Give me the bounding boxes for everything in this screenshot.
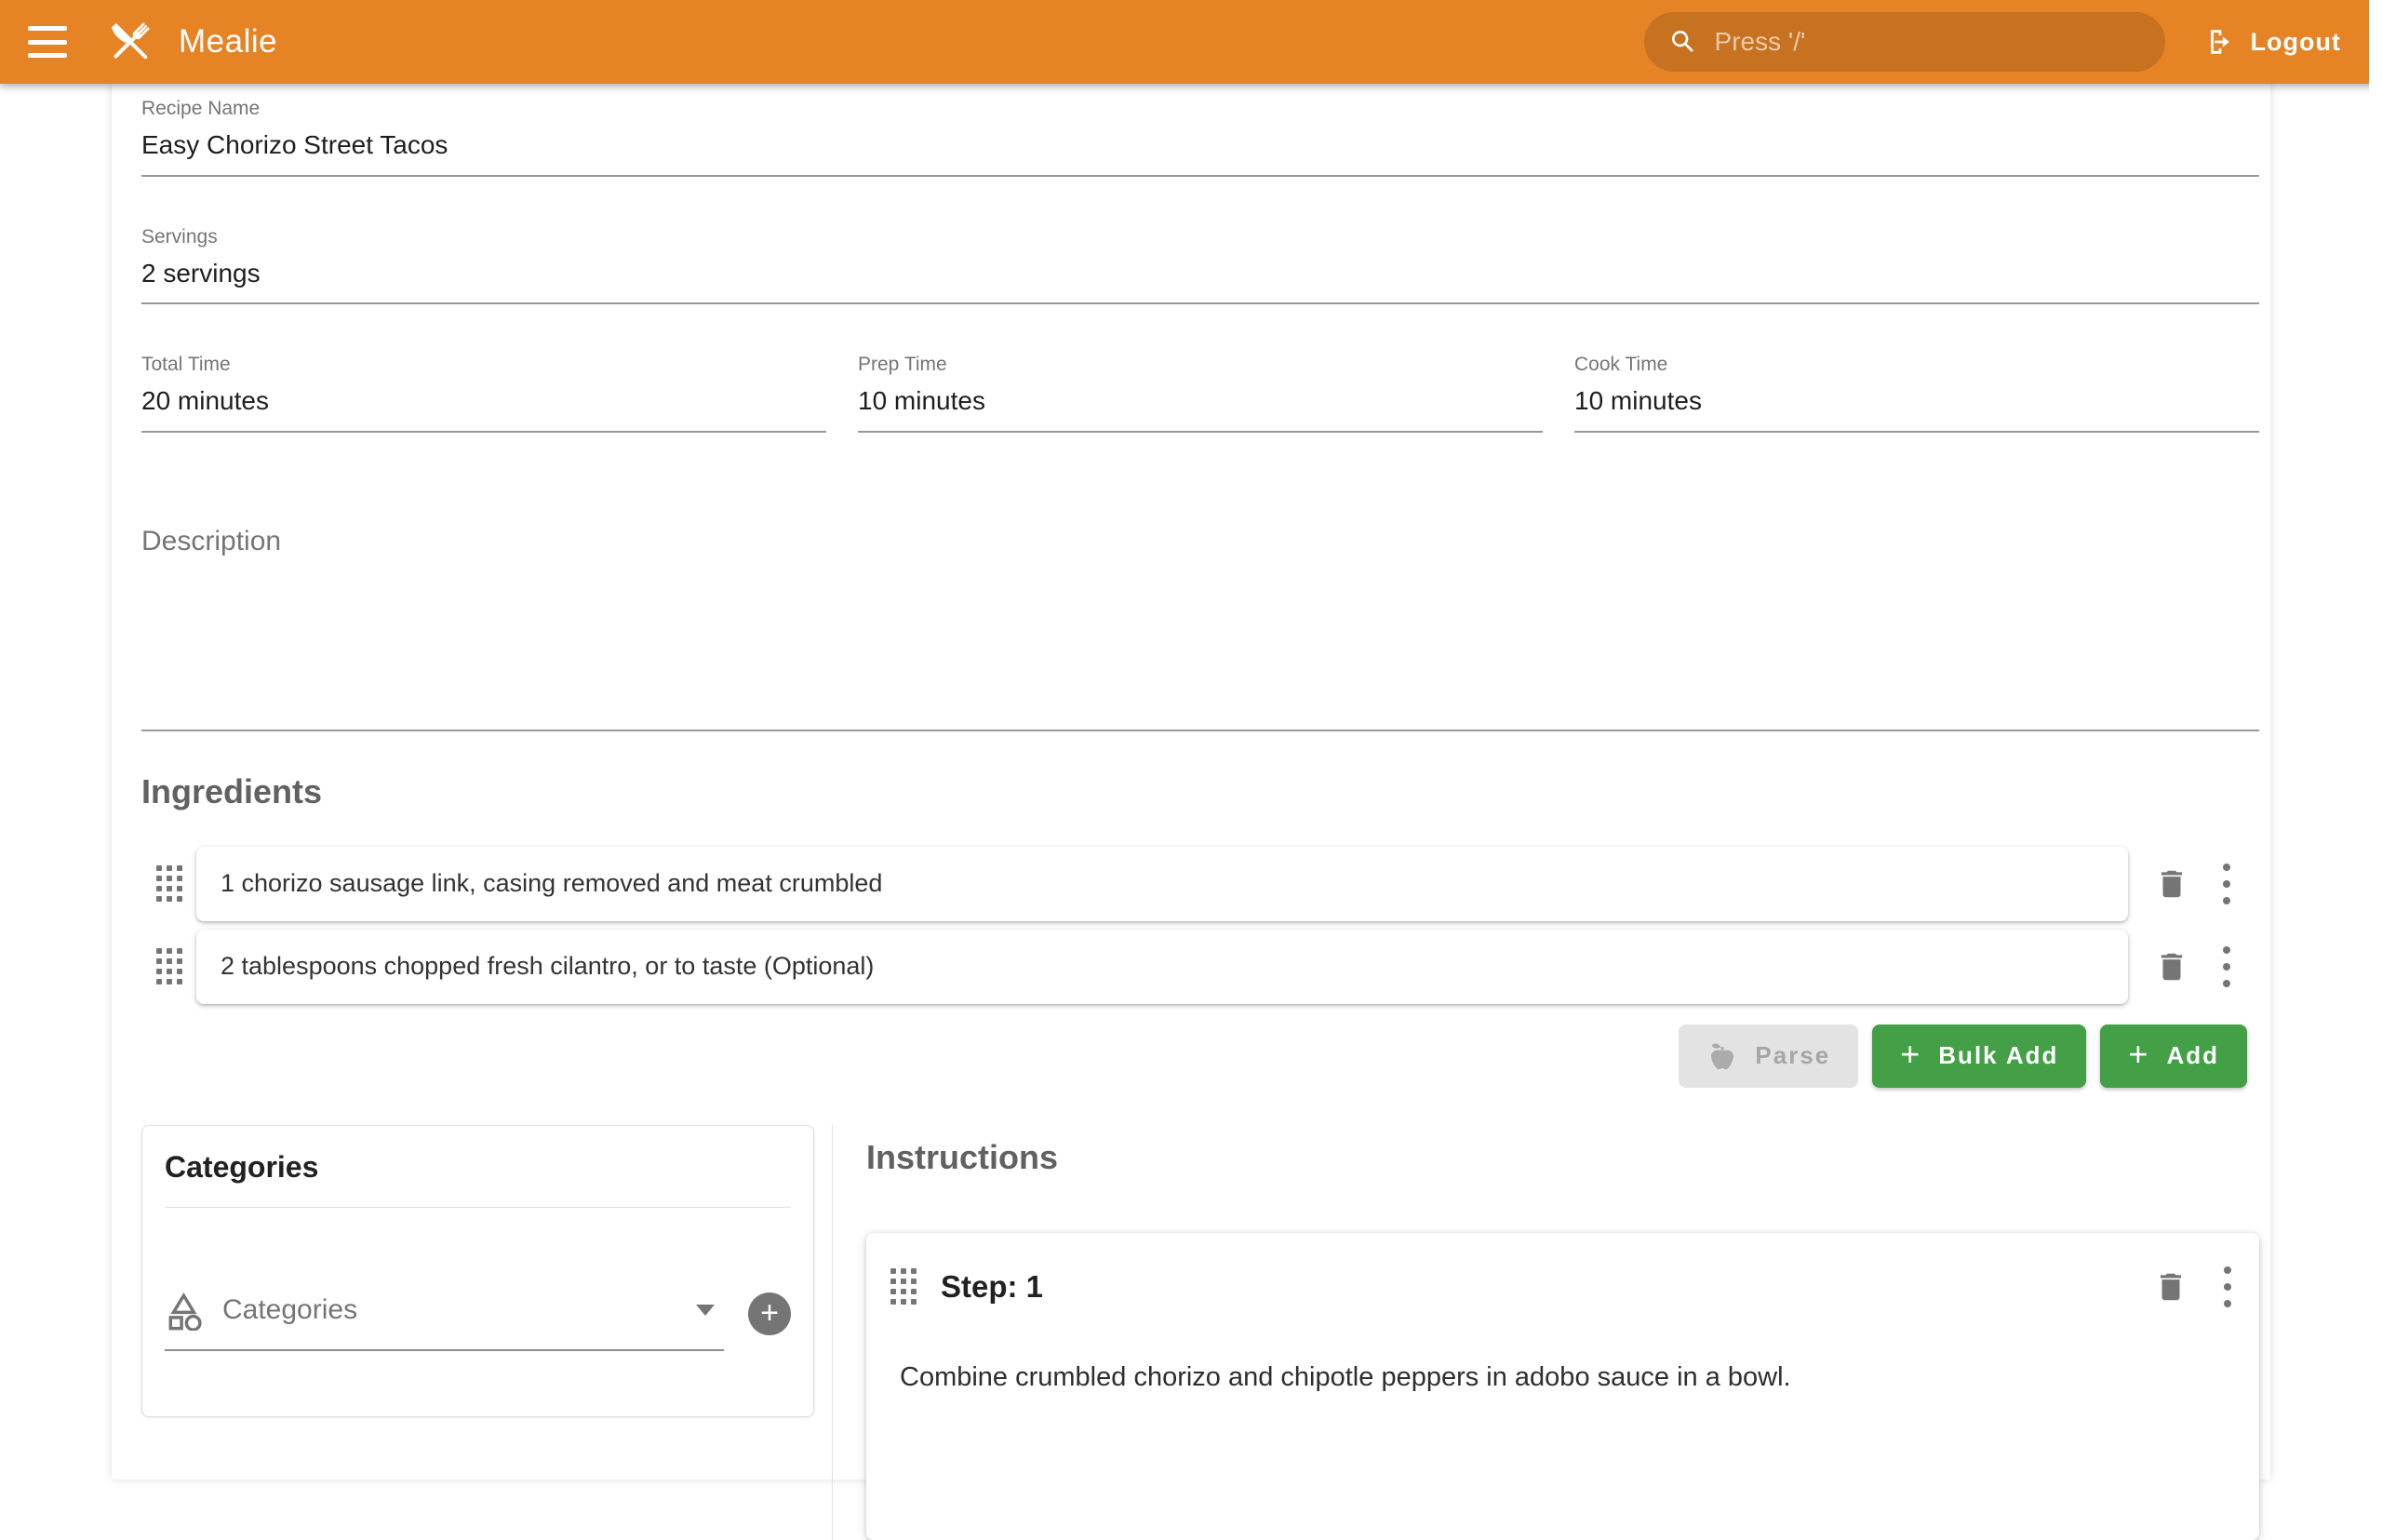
servings-value[interactable]: 2 servings <box>141 257 2259 290</box>
total-time-underline <box>141 431 826 433</box>
parse-label: Parse <box>1755 1041 1830 1070</box>
categories-select[interactable]: Categories <box>165 1290 724 1351</box>
trash-icon <box>2154 949 2189 984</box>
kebab-icon <box>2223 864 2230 904</box>
mealie-logo-icon[interactable] <box>102 14 158 70</box>
ingredient-actions: Parse + Bulk Add + Add <box>141 1024 2259 1088</box>
step-card: Step: 1 Combine crumbled chorizo and chi… <box>866 1233 2259 1540</box>
ingredient-input[interactable]: 2 tablespoons chopped fresh cilantro, or… <box>196 930 2128 1004</box>
step-title: Step: 1 <box>941 1269 1043 1305</box>
cook-time-field[interactable]: Cook Time 10 minutes <box>1574 353 2259 433</box>
kebab-icon <box>2224 1266 2231 1307</box>
logout-icon <box>2204 26 2236 58</box>
servings-underline <box>141 302 2259 304</box>
delete-ingredient-button[interactable] <box>2154 866 2189 902</box>
ingredient-menu-button[interactable] <box>2223 946 2230 987</box>
recipe-editor-sheet: Recipe Name Easy Chorizo Street Tacos Se… <box>112 84 2270 1480</box>
shapes-icon <box>165 1290 206 1331</box>
search-input[interactable]: Press '/' <box>1644 12 2165 72</box>
prep-time-value[interactable]: 10 minutes <box>858 384 1543 418</box>
plus-icon: + <box>2128 1038 2149 1071</box>
chevron-down-icon[interactable] <box>696 1305 715 1316</box>
drag-handle-icon[interactable] <box>156 948 182 984</box>
apple-icon <box>1706 1040 1738 1072</box>
add-button[interactable]: + Add <box>2100 1024 2247 1088</box>
step-header: Step: 1 <box>890 1266 2231 1307</box>
scrollbar[interactable] <box>2369 0 2382 1359</box>
logout-label: Logout <box>2251 28 2341 57</box>
recipe-name-value[interactable]: Easy Chorizo Street Tacos <box>141 128 2259 162</box>
bulk-add-label: Bulk Add <box>1938 1041 2058 1070</box>
ingredient-menu-button[interactable] <box>2223 864 2230 904</box>
drag-handle-icon[interactable] <box>890 1268 917 1305</box>
search-placeholder: Press '/' <box>1715 27 1806 57</box>
ingredient-input[interactable]: 1 chorizo sausage link, casing removed a… <box>196 847 2128 921</box>
organizer-column: Categories Categories + <box>141 1125 833 1540</box>
trash-icon <box>2154 866 2189 902</box>
total-time-value[interactable]: 20 minutes <box>141 384 826 418</box>
instructions-heading: Instructions <box>866 1138 2259 1177</box>
logout-button[interactable]: Logout <box>2204 26 2341 58</box>
delete-step-button[interactable] <box>2153 1269 2188 1305</box>
trash-icon <box>2153 1269 2188 1305</box>
ingredients-list: 1 chorizo sausage link, casing removed a… <box>141 847 2259 1004</box>
categories-select-label: Categories <box>222 1294 357 1326</box>
description-label: Description <box>141 526 2259 557</box>
description-field[interactable]: Description <box>141 526 2259 731</box>
step-menu-button[interactable] <box>2224 1266 2231 1307</box>
menu-icon[interactable] <box>28 26 67 58</box>
servings-field[interactable]: Servings 2 servings <box>141 225 2259 305</box>
categories-title: Categories <box>165 1150 791 1185</box>
parse-button[interactable]: Parse <box>1679 1024 1858 1088</box>
search-icon <box>1668 27 1698 57</box>
cook-time-value[interactable]: 10 minutes <box>1574 384 2259 418</box>
categories-divider <box>165 1207 791 1208</box>
categories-select-row: Categories + <box>165 1290 791 1351</box>
instructions-column: Instructions Step: 1 <box>833 1125 2259 1540</box>
bulk-add-button[interactable]: + Bulk Add <box>1872 1024 2086 1088</box>
ingredients-heading: Ingredients <box>141 772 2259 811</box>
servings-label: Servings <box>141 225 2259 248</box>
add-label: Add <box>2166 1041 2219 1070</box>
drag-handle-icon[interactable] <box>156 865 182 902</box>
cook-time-underline <box>1574 431 2259 433</box>
kebab-icon <box>2223 946 2230 987</box>
total-time-field[interactable]: Total Time 20 minutes <box>141 353 826 433</box>
recipe-name-underline <box>141 175 2259 177</box>
recipe-name-field[interactable]: Recipe Name Easy Chorizo Street Tacos <box>141 97 2259 177</box>
app-bar: Mealie Press '/' Logout <box>0 0 2382 84</box>
total-time-label: Total Time <box>141 353 826 376</box>
app-title: Mealie <box>179 23 277 60</box>
prep-time-underline <box>858 431 1543 433</box>
prep-time-field[interactable]: Prep Time 10 minutes <box>858 353 1543 433</box>
recipe-name-label: Recipe Name <box>141 97 2259 120</box>
ingredient-row: 2 tablespoons chopped fresh cilantro, or… <box>141 930 2259 1004</box>
bottom-split: Categories Categories + <box>141 1125 2259 1540</box>
step-textarea[interactable]: Combine crumbled chorizo and chipotle pe… <box>900 1358 2231 1399</box>
categories-card: Categories Categories + <box>141 1125 814 1417</box>
prep-time-label: Prep Time <box>858 353 1543 376</box>
description-textarea[interactable] <box>141 557 2259 717</box>
description-underline <box>141 730 2259 731</box>
ingredient-row: 1 chorizo sausage link, casing removed a… <box>141 847 2259 921</box>
add-category-button[interactable]: + <box>748 1292 791 1335</box>
plus-icon: + <box>1900 1038 1921 1071</box>
times-row: Total Time 20 minutes Prep Time 10 minut… <box>141 353 2259 433</box>
delete-ingredient-button[interactable] <box>2154 949 2189 984</box>
cook-time-label: Cook Time <box>1574 353 2259 376</box>
